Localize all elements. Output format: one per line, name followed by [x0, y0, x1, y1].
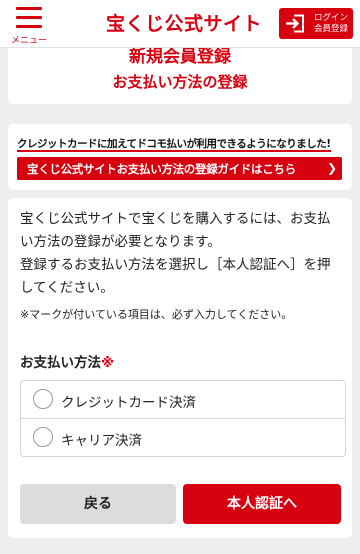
payment-options: クレジットカード決済 キャリア決済 [20, 380, 346, 457]
back-button[interactable]: 戻る [20, 484, 176, 524]
required-mark: ※ [101, 355, 115, 371]
radio-button-carrier[interactable] [33, 427, 53, 447]
guide-link-label: 宝くじ公式サイトお支払い方法の登録ガイドはこちら [27, 162, 296, 176]
site-logo[interactable]: 宝くじ公式サイト [106, 9, 262, 36]
intro-paragraph-2: 登録するお支払い方法を選択し［本人認証へ］を押してください。 [20, 257, 331, 296]
login-label: ログイン [313, 13, 348, 23]
page-subtitle: お支払い方法の登録 [112, 73, 248, 91]
radio-button-credit-card[interactable] [33, 389, 53, 409]
intro-paragraph-1: 宝くじ公式サイトで宝くじを購入するには、お支払い方法の登録が必要となります。 [20, 211, 331, 250]
payment-method-form: 宝くじ公式サイトで宝くじを購入するには、お支払い方法の登録が必要となります。 登… [8, 198, 352, 538]
login-register-button[interactable]: ログイン 会員登録 [279, 8, 353, 39]
intro-text: 宝くじ公式サイトで宝くじを購入するには、お支払い方法の登録が必要となります。 登… [20, 208, 342, 300]
chevron-right-icon: ❯ [326, 161, 337, 175]
hamburger-icon [16, 7, 42, 28]
registration-guide-link[interactable]: 宝くじ公式サイトお支払い方法の登録ガイドはこちら ❯ [17, 157, 342, 180]
option-carrier[interactable]: キャリア決済 [21, 419, 345, 457]
register-label: 会員登録 [313, 24, 348, 34]
login-enter-icon [286, 14, 304, 33]
option-label-carrier: キャリア決済 [61, 433, 142, 449]
menu-label: メニュー [10, 36, 47, 46]
site-header: メニュー 宝くじ公式サイト ログイン 会員登録 [0, 0, 360, 48]
banner-notice: クレジットカードに加えてドコモ払いが利用できるようになりました! [17, 136, 331, 152]
notice-underline [17, 150, 331, 152]
required-note: ※マークが付いている項目は、必ず入力してください。 [20, 308, 293, 321]
identity-verification-button[interactable]: 本人認証へ [183, 484, 341, 524]
payment-method-label-text: お支払い方法 [20, 355, 101, 371]
option-credit-card[interactable]: クレジットカード決済 [21, 381, 345, 419]
banner-notice-text: クレジットカードに加えてドコモ払いが利用できるようになりました! [17, 138, 331, 150]
menu-button[interactable]: メニュー [8, 4, 50, 46]
option-label-credit-card: クレジットカード決済 [61, 395, 196, 411]
payment-method-label: お支払い方法※ [20, 351, 114, 371]
